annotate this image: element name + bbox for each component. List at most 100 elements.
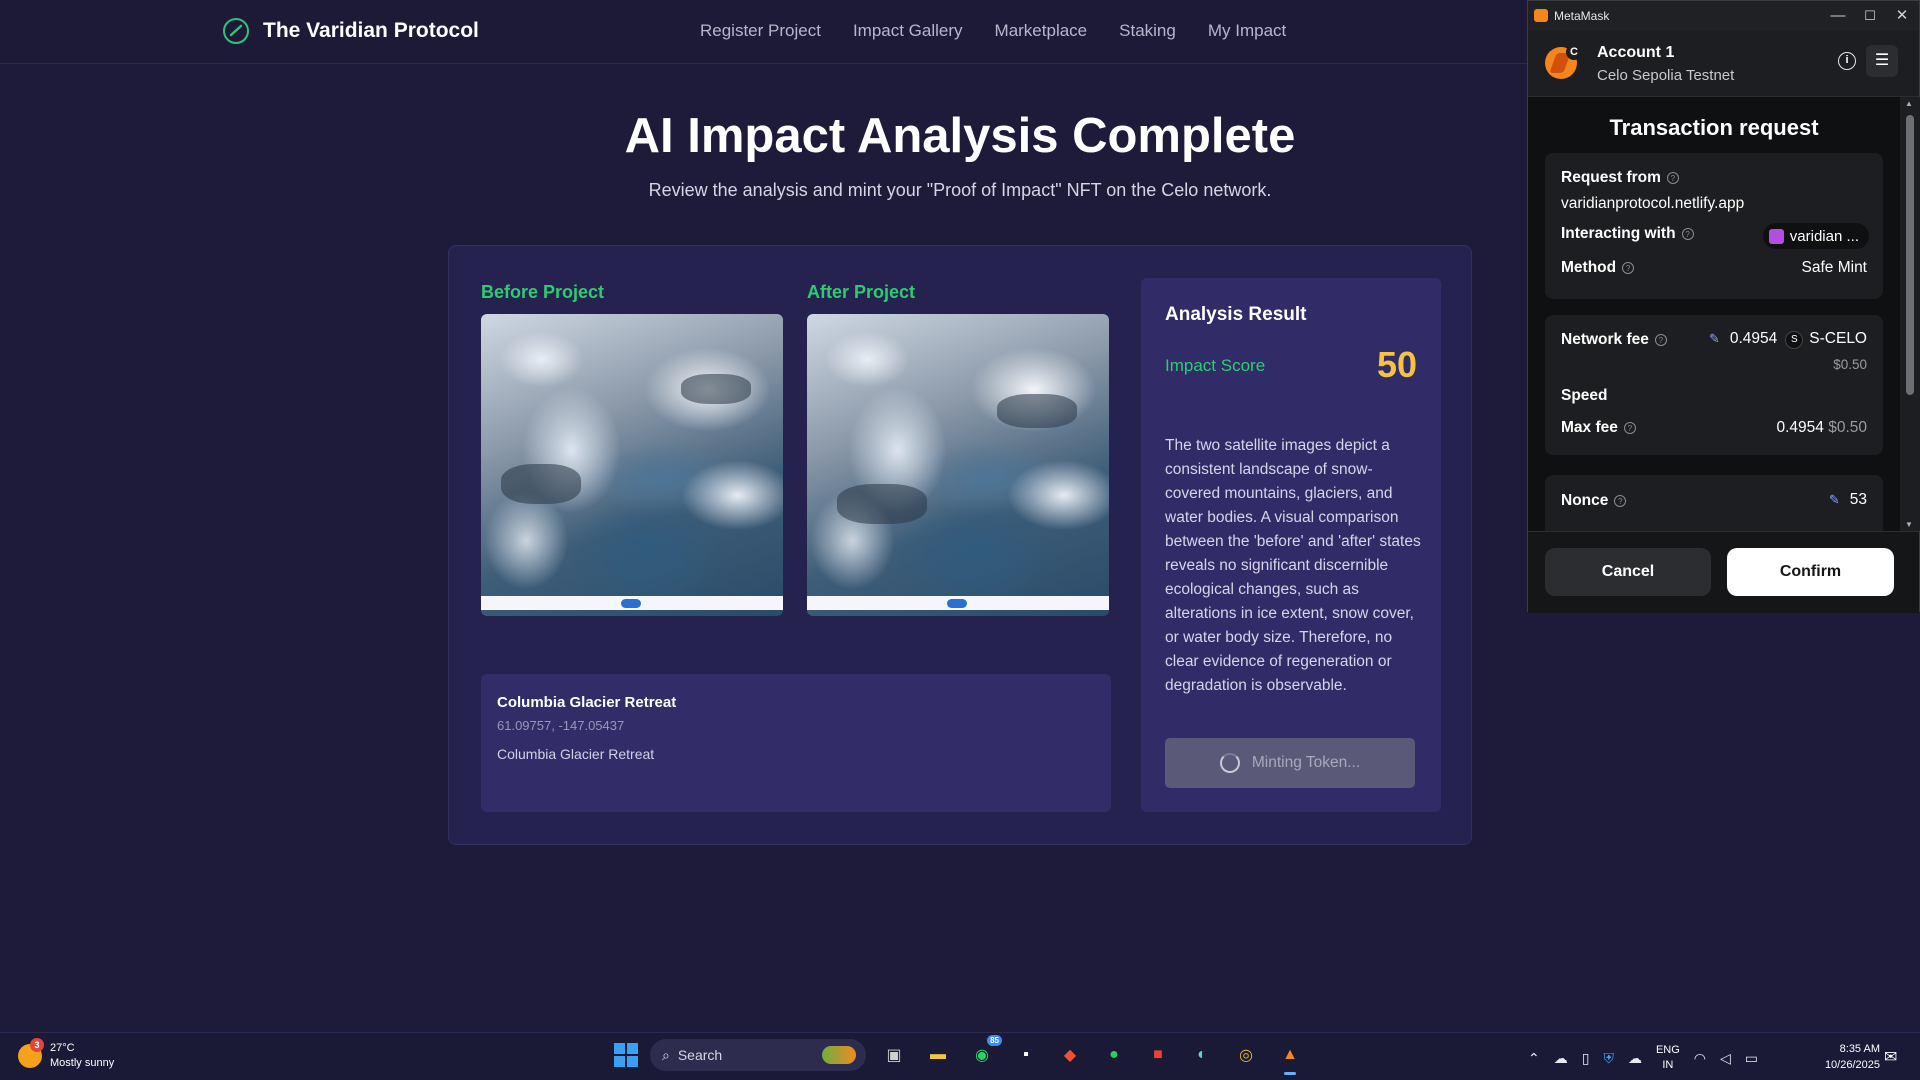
location-card: Columbia Glacier Retreat 61.09757, -147.… <box>481 674 1111 812</box>
search-label: Search <box>677 1047 723 1063</box>
whatsapp-badge: 85 <box>987 1035 1002 1046</box>
scroll-thumb[interactable] <box>1906 115 1914 395</box>
transaction-body: Transaction request Request from? varidi… <box>1528 97 1900 531</box>
help-icon[interactable]: ? <box>1622 262 1635 274</box>
mint-button-label: Minting Token... <box>1251 754 1361 771</box>
close-button[interactable]: ✕ <box>1888 5 1916 27</box>
search-highlight-icon <box>822 1046 856 1064</box>
cancel-button[interactable]: Cancel <box>1545 548 1711 596</box>
analysis-title: Analysis Result <box>1165 304 1307 325</box>
git-icon[interactable]: ◆ <box>1054 1039 1086 1071</box>
notification-icon[interactable]: ✉ <box>1884 1047 1897 1067</box>
chevron-up-icon[interactable]: ⌃ <box>1528 1050 1540 1067</box>
scroll-down-arrow-icon[interactable]: ▼ <box>1905 520 1913 529</box>
edit-pencil-icon[interactable]: ✎ <box>1829 492 1840 507</box>
brand-name: The Varidian Protocol <box>263 19 479 42</box>
onedrive-icon[interactable]: ☁ <box>1554 1050 1568 1067</box>
language-indicator[interactable]: ENG IN <box>1656 1043 1680 1073</box>
impact-score-label: Impact Score <box>1165 356 1266 375</box>
taskbar-clock[interactable]: 8:35 AM 10/26/2025 <box>1810 1041 1880 1073</box>
info-icon[interactable]: i <box>1838 52 1856 70</box>
nav-marketplace[interactable]: Marketplace <box>995 21 1088 41</box>
help-icon[interactable]: ? <box>1614 495 1627 507</box>
terminal-app-icon[interactable]: ▪ <box>1010 1039 1042 1071</box>
weather-description: Mostly sunny <box>50 1057 115 1069</box>
after-label: After Project <box>807 282 916 302</box>
windows-taskbar: 3 27°C Mostly sunny ⌕ Search ▣ ▬ ◉ 85 ▪ ◆… <box>0 1032 1920 1080</box>
cloud-sync-icon[interactable]: ☁ <box>1628 1050 1642 1067</box>
transaction-heading: Transaction request <box>1609 115 1819 140</box>
analysis-text: The two satellite images depict a consis… <box>1165 437 1421 694</box>
settings-sliders-icon[interactable]: ☰ <box>1866 45 1898 77</box>
maximize-button[interactable]: ☐ <box>1856 5 1884 27</box>
max-fee-label: Max fee? <box>1561 419 1636 437</box>
token-icon: S <box>1785 331 1804 349</box>
weather-temperature: 27°C <box>50 1042 75 1054</box>
nav-impact-gallery[interactable]: Impact Gallery <box>853 21 963 41</box>
battery-icon[interactable]: ▭ <box>1745 1050 1758 1067</box>
edit-pencil-icon[interactable]: ✎ <box>1709 331 1720 346</box>
nonce-value: ✎ 53 <box>1828 491 1867 508</box>
fee-panel: Network fee? ✎ 0.4954 S S-CELO $0.50 Speed … <box>1545 315 1883 455</box>
volume-icon[interactable]: ◁ <box>1720 1050 1731 1067</box>
brand-link[interactable]: The Varidian Protocol <box>223 18 479 44</box>
request-from-label: Request from? <box>1561 169 1679 187</box>
taskbar-apps: ⌕ Search ▣ ▬ ◉ 85 ▪ ◆ ● ■ ◐ ◎ ▲ <box>614 1035 1306 1075</box>
method-value: Safe Mint <box>1801 259 1867 276</box>
contract-name: varidian ... <box>1789 227 1859 245</box>
before-label: Before Project <box>481 282 605 302</box>
scroll-up-arrow-icon[interactable]: ▲ <box>1905 99 1913 108</box>
before-satellite-image <box>481 314 783 616</box>
nav-register-project[interactable]: Register Project <box>700 21 821 41</box>
confirm-button[interactable]: Confirm <box>1727 548 1894 596</box>
search-icon: ⌕ <box>662 1046 670 1063</box>
help-icon[interactable]: ? <box>1654 334 1667 346</box>
metamask-footer: Cancel Confirm <box>1528 531 1919 613</box>
metamask-scrollbar[interactable]: ▲ ▼ <box>1900 97 1920 531</box>
clock-time: 8:35 AM <box>1839 1043 1880 1055</box>
location-coordinates: 61.09757, -147.05437 <box>497 718 625 733</box>
network-fee-label: Network fee? <box>1561 331 1667 349</box>
weather-widget[interactable]: 3 27°C Mostly sunny <box>18 1038 115 1071</box>
nav-staking[interactable]: Staking <box>1119 21 1176 41</box>
metamask-taskbar-icon[interactable]: ▲ <box>1274 1039 1306 1075</box>
mint-token-button[interactable]: Minting Token... <box>1165 738 1415 788</box>
contract-pill[interactable]: varidian ... <box>1762 223 1869 249</box>
spinner-icon <box>1219 753 1240 773</box>
taskbar-search[interactable]: ⌕ Search <box>650 1039 866 1071</box>
file-explorer-icon[interactable]: ▬ <box>922 1039 954 1071</box>
nav-links: Register Project Impact Gallery Marketpl… <box>700 21 1286 41</box>
request-origin: varidianprotocol.netlify.app <box>1561 195 1745 212</box>
help-icon[interactable]: ? <box>1681 228 1694 240</box>
network-name: Celo Sepolia Testnet <box>1597 67 1735 84</box>
analysis-panel: Before Project After Project Columbia Gl… <box>448 245 1472 845</box>
metamask-account-header: C Account 1 Celo Sepolia Testnet i ☰ <box>1528 31 1919 97</box>
windows-start-icon[interactable] <box>614 1043 638 1067</box>
metamask-fox-icon <box>1534 9 1548 22</box>
after-satellite-image <box>807 314 1109 616</box>
wifi-icon[interactable]: ◠ <box>1694 1050 1706 1067</box>
nav-my-impact[interactable]: My Impact <box>1208 21 1286 41</box>
defender-icon[interactable]: ⛨ <box>1603 1050 1614 1067</box>
speed-label: Speed <box>1561 387 1608 404</box>
contract-icon <box>1768 228 1784 244</box>
help-icon[interactable]: ? <box>1666 172 1679 184</box>
task-view-icon[interactable]: ▣ <box>878 1039 910 1071</box>
nonce-label: Nonce? <box>1561 492 1627 510</box>
account-badge: C <box>1566 44 1582 60</box>
help-icon[interactable]: ? <box>1623 422 1636 434</box>
clock-date: 10/26/2025 <box>1824 1059 1880 1071</box>
brand-logo-icon <box>223 18 249 44</box>
account-name: Account 1 <box>1597 44 1675 61</box>
sun-icon: 3 <box>18 1038 44 1068</box>
whatsapp-icon[interactable]: ◉ 85 <box>966 1035 1002 1071</box>
spotify-icon[interactable]: ● <box>1098 1039 1130 1071</box>
cursor-app-icon[interactable]: ◐ <box>1186 1039 1218 1071</box>
chrome-icon[interactable]: ◎ <box>1230 1039 1262 1071</box>
minimize-button[interactable]: — <box>1824 5 1852 27</box>
wps-office-icon[interactable]: ■ <box>1142 1039 1174 1071</box>
metamask-titlebar: MetaMask — ☐ ✕ <box>1528 1 1919 31</box>
usb-icon[interactable]: ▯ <box>1582 1050 1590 1067</box>
max-fee-value: 0.4954 $0.50 <box>1776 419 1867 436</box>
analysis-result-card: Analysis Result Impact Score 50 The two … <box>1141 278 1441 812</box>
